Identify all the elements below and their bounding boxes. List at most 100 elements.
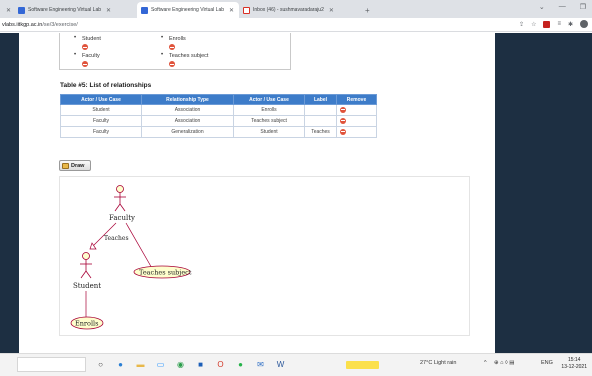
actor-usecase-lists: Student Faculty Enrolls Teaches subject	[59, 33, 291, 70]
tab-software-lab-1[interactable]: Software Engineering Virtual Lab ✕	[14, 2, 137, 18]
tab-label: Software Engineering Virtual Lab	[151, 7, 225, 13]
remove-icon[interactable]	[82, 44, 88, 50]
url-text[interactable]: vlabs.iitkgp.ac.in/se/3/exercise/	[0, 22, 78, 28]
use-case-label: Enrolls	[75, 320, 98, 328]
taskbar-search-box[interactable]	[17, 357, 86, 372]
edge-label: Teaches	[104, 235, 129, 242]
column-header: Label	[304, 94, 337, 105]
column-header: Relationship Type	[141, 94, 234, 105]
weather-badge-icon[interactable]	[346, 361, 379, 369]
diagram-canvas: Faculty Teaches Teaches subject Student …	[70, 185, 192, 330]
table-cell	[304, 115, 337, 127]
table-row: Student Association Enrolls	[60, 104, 377, 116]
maximize-icon[interactable]: ❐	[580, 3, 586, 11]
student-label: Student	[73, 282, 101, 290]
extension-icon[interactable]	[543, 20, 551, 28]
tab-label: Inbox (46) - sushmavaradaraju2	[253, 7, 324, 13]
table-cell: Teaches	[304, 126, 337, 138]
app-icon[interactable]: ■	[195, 359, 206, 370]
remove-icon[interactable]	[340, 106, 346, 113]
filter-icon[interactable]: ≡	[557, 21, 561, 27]
close-icon[interactable]: ✕	[106, 7, 111, 14]
remove-cell	[336, 104, 377, 116]
tab-label: Software Engineering Virtual Lab	[28, 7, 102, 13]
table-row: Faculty Generalization Student Teaches	[60, 126, 377, 138]
tab-overflow-close[interactable]: ✕	[0, 2, 14, 18]
clock-date: 13-12-2021	[561, 364, 587, 370]
language-indicator[interactable]: ENG	[541, 360, 553, 366]
association-line	[125, 222, 154, 271]
table-cell: Enrolls	[233, 104, 305, 116]
student-actor	[80, 252, 92, 279]
table-cell: Faculty	[60, 115, 142, 127]
close-icon[interactable]: ✕	[329, 7, 334, 14]
remove-icon[interactable]	[169, 61, 175, 67]
table-caption: Table #5: List of relationships	[60, 82, 152, 89]
draw-button[interactable]: Draw	[59, 160, 91, 171]
store-icon[interactable]: ▭	[155, 359, 166, 370]
tab-strip: ✕ Software Engineering Virtual Lab ✕ Sof…	[0, 0, 592, 18]
tray-chevron-icon[interactable]: ^	[484, 360, 487, 366]
window-controls: ⌄ — ❐	[539, 3, 586, 11]
minimize-icon[interactable]: —	[559, 3, 566, 11]
share-icon[interactable]: ⇪	[519, 21, 524, 28]
use-case-label: Teaches subject	[139, 269, 192, 277]
draw-icon	[62, 162, 69, 169]
close-icon[interactable]: ✕	[229, 7, 234, 14]
mail-icon[interactable]: ✉	[255, 359, 266, 370]
site-favicon-icon	[18, 6, 25, 14]
close-icon[interactable]: ✕	[6, 7, 11, 14]
tab-inbox[interactable]: Inbox (46) - sushmavaradaraju2 ✕	[239, 2, 359, 18]
address-bar[interactable]: vlabs.iitkgp.ac.in/se/3/exercise/ ⇪ ☆ ≡ …	[0, 18, 592, 32]
tray-icons[interactable]: ⊕ ⌂ ◊ ▤	[494, 360, 514, 366]
file-explorer-icon[interactable]: ▬	[135, 359, 146, 370]
gmail-icon	[243, 6, 250, 14]
address-bar-icons: ⇪ ☆ ≡ ✱	[519, 20, 588, 28]
list-item: Enrolls	[161, 35, 208, 53]
usecase-list: Enrolls Teaches subject	[161, 35, 208, 70]
search-icon[interactable]: ○	[95, 359, 106, 370]
table-cell: Association	[141, 104, 234, 116]
table-row: Faculty Association Teaches subject	[60, 115, 377, 127]
list-item: Student	[74, 35, 101, 53]
puzzle-icon[interactable]: ✱	[568, 21, 573, 28]
word-icon[interactable]: W	[275, 359, 286, 370]
chrome-icon[interactable]: ◉	[175, 359, 186, 370]
faculty-actor	[114, 185, 126, 212]
url-host: vlabs.iitkgp.ac.in	[2, 21, 43, 28]
new-tab-button[interactable]: +	[359, 2, 376, 18]
column-header: Remove	[336, 94, 377, 105]
chevron-down-icon[interactable]: ⌄	[539, 3, 545, 11]
remove-cell	[336, 126, 377, 138]
page-side-left	[0, 33, 19, 353]
table-cell: Student	[60, 104, 142, 116]
remove-icon[interactable]	[82, 61, 88, 67]
table-cell: Association	[141, 115, 234, 127]
clock[interactable]: 15:14 13-12-2021	[561, 357, 587, 371]
use-case-diagram: Faculty Teaches Teaches subject Student …	[59, 176, 470, 336]
tab-software-lab-2[interactable]: Software Engineering Virtual Lab ✕	[137, 2, 239, 18]
column-header: Actor / Use Case	[233, 94, 305, 105]
table-cell	[304, 104, 337, 116]
table-cell: Faculty	[60, 126, 142, 138]
profile-avatar[interactable]	[580, 20, 588, 28]
table-header-row: Actor / Use Case Relationship Type Actor…	[60, 94, 377, 105]
faculty-label: Faculty	[109, 214, 135, 222]
remove-icon[interactable]	[169, 44, 175, 50]
taskbar: ○ ● ▬ ▭ ◉ ■ O ● ✉ W 27°C Light rain ^ ⊕ …	[0, 353, 592, 376]
remove-icon[interactable]	[340, 128, 346, 135]
star-icon[interactable]: ☆	[531, 21, 536, 28]
opera-icon[interactable]: O	[215, 359, 226, 370]
weather-text[interactable]: 27°C Light rain	[420, 360, 456, 366]
edge-icon[interactable]: ●	[115, 359, 126, 370]
page-content: Student Faculty Enrolls Teaches subject …	[19, 33, 495, 353]
remove-cell	[336, 115, 377, 127]
remove-icon[interactable]	[340, 117, 346, 124]
url-path: /se/3/exercise/	[42, 21, 78, 28]
table-cell: Generalization	[141, 126, 234, 138]
whatsapp-icon[interactable]: ●	[235, 359, 246, 370]
column-header: Actor / Use Case	[60, 94, 142, 105]
table-cell: Teaches subject	[233, 115, 305, 127]
table-cell: Student	[233, 126, 305, 138]
draw-button-label: Draw	[71, 162, 85, 169]
